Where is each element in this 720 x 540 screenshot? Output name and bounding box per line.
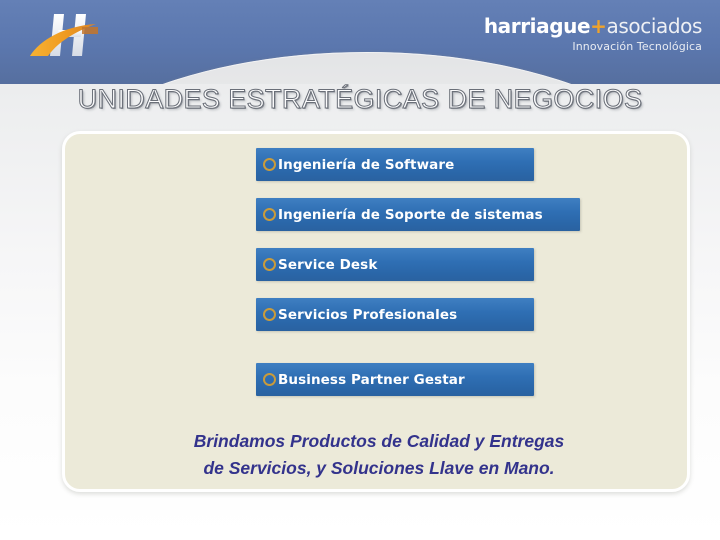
ring-bullet-icon	[263, 258, 276, 271]
brand-wordmark: harriague+asociados Innovación Tecnológi…	[483, 14, 703, 53]
list-item-label: Service Desk	[278, 256, 378, 273]
brand-tagline: Innovación Tecnológica	[572, 40, 702, 53]
brand-name-plus: +	[590, 14, 607, 38]
list-item[interactable]: Ingeniería de Soporte de sistemas	[256, 198, 580, 231]
list-item-label: Business Partner Gestar	[278, 371, 465, 388]
list-item[interactable]: Business Partner Gestar	[256, 363, 534, 396]
brand-name-light: asociados	[606, 14, 703, 38]
ring-bullet-icon	[263, 308, 276, 321]
list-item[interactable]: Service Desk	[256, 248, 534, 281]
ring-bullet-icon	[263, 158, 276, 171]
harriague-h-logo-icon	[24, 10, 132, 62]
business-unit-list: Ingeniería de Software Ingeniería de Sop…	[256, 148, 676, 396]
closing-statement: Brindamos Productos de Calidad y Entrega…	[193, 431, 565, 479]
presentation-slide: harriague+asociados Innovación Tecnológi…	[0, 0, 720, 540]
list-item-label: Ingeniería de Soporte de sistemas	[278, 206, 543, 223]
list-item-label: Ingeniería de Software	[278, 156, 455, 173]
list-item[interactable]: Servicios Profesionales	[256, 298, 534, 331]
list-item[interactable]: Ingeniería de Software	[256, 148, 534, 181]
ring-bullet-icon	[263, 373, 276, 386]
content-panel: Ingeniería de Software Ingeniería de Sop…	[62, 131, 690, 492]
brand-name-strong: harriague	[483, 14, 591, 38]
brand-name-line: harriague+asociados	[483, 14, 703, 38]
list-item-label: Servicios Profesionales	[278, 306, 458, 323]
ring-bullet-icon	[263, 208, 276, 221]
page-title: UNIDADES ESTRATÉGICAS DE NEGOCIOS	[77, 84, 643, 115]
